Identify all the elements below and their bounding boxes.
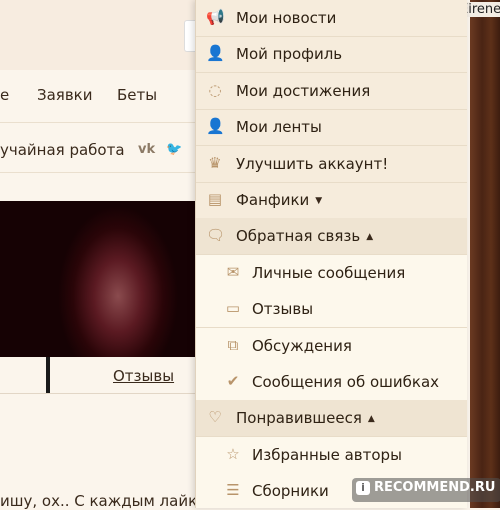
menu-item-6[interactable]: 🗨 Обратная связь ▲	[196, 218, 467, 256]
menu-item-8[interactable]: ▭ Отзывы	[196, 291, 467, 329]
menu-item-text: Сборники	[252, 482, 329, 501]
menu-item-text: Мои ленты	[236, 118, 322, 137]
menu-item-label: Обратная связь ▲	[236, 227, 373, 245]
nav-item-partial[interactable]: е	[0, 86, 9, 104]
menu-item-label: Мой профиль	[236, 45, 342, 63]
content-text: ишу, ох.. С каждым лайк	[0, 492, 198, 510]
nav-item-betas[interactable]: Беты	[117, 86, 157, 104]
banner-image	[0, 201, 200, 357]
header-strip	[0, 0, 200, 70]
chat-icon: 🗨	[206, 226, 226, 245]
user-dropdown-menu: 📢 Мои новости 👤 Мой профиль ◌ Мои достижения 👤…	[195, 0, 467, 508]
menu-item-2[interactable]: ◌ Мои достижения	[196, 73, 467, 110]
layers-icon: ☰	[226, 481, 240, 500]
menu-item-text: Мои новости	[236, 9, 337, 27]
laurel-icon: ◌	[208, 80, 222, 99]
menu-item-label: Избранные авторы	[252, 446, 402, 464]
menu-item-text: Отзывы	[252, 300, 314, 319]
menu-item-text: Мой профиль	[236, 45, 343, 64]
menu-item-text: Сообщения об ошибках	[252, 373, 440, 391]
menu-item-9[interactable]: ⧉ Обсуждения	[196, 327, 467, 365]
menu-item-text: Улучшить аккаунт!	[236, 154, 389, 173]
caret-down-icon: ▼	[315, 196, 323, 206]
menu-item-1[interactable]: 👤 Мой профиль	[196, 36, 467, 74]
menu-item-label: Мои достижения	[236, 82, 370, 100]
menu-item-label: Сборники	[252, 482, 329, 500]
user-icon: 👤	[206, 44, 225, 63]
tab-reviews[interactable]: Отзывы	[113, 367, 174, 385]
secondary-nav: учайная работа vk 🐦	[0, 128, 200, 173]
menu-item-4[interactable]: ♛ Улучшить аккаунт!	[196, 146, 467, 183]
menu-item-0[interactable]: 📢 Мои новости	[196, 0, 467, 37]
menu-item-text: Личные сообщения	[252, 263, 406, 282]
menu-item-3[interactable]: 👤 Мои ленты	[196, 109, 467, 147]
menu-item-label: Личные сообщения	[252, 264, 405, 282]
star-icon: ☆	[226, 444, 240, 463]
megaphone-icon: 📢	[206, 8, 225, 26]
nav-item-requests[interactable]: Заявки	[37, 86, 92, 104]
menu-item-text: Обсуждения	[252, 336, 352, 355]
menu-item-7[interactable]: ✉ Личные сообщения	[196, 254, 467, 292]
menu-item-text: Избранные авторы	[252, 445, 402, 464]
caret-up-icon: ▲	[367, 414, 375, 425]
menu-item-11[interactable]: ♡ Понравившееся ▲	[196, 400, 467, 438]
caret-up-icon: ▲	[366, 232, 374, 243]
menu-item-label: Улучшить аккаунт!	[236, 155, 388, 173]
random-work-link[interactable]: учайная работа	[0, 141, 125, 159]
crown-icon: ♛	[208, 153, 222, 172]
watermark: i RECOMMEND.RU	[352, 478, 500, 502]
menu-item-text: Мои достижения	[236, 81, 371, 100]
menu-item-label: Сообщения об ошибках	[252, 373, 439, 391]
comments-icon: ⧉	[227, 335, 239, 354]
menu-item-label: Обсуждения	[252, 337, 352, 355]
menu-item-label: Понравившееся ▲	[236, 409, 375, 427]
menu-item-12[interactable]: ☆ Избранные авторы	[196, 436, 467, 474]
books-icon: ▤	[207, 190, 223, 208]
menu-item-label: Мои новости	[236, 9, 336, 27]
menu-item-text: Понравившееся	[236, 409, 362, 428]
menu-item-5[interactable]: ▤ Фанфики ▼	[196, 182, 467, 219]
menu-item-label: Мои ленты	[236, 118, 322, 136]
heart-icon: ♡	[208, 408, 222, 427]
menu-item-text: Обратная связь	[236, 227, 361, 246]
watermark-text: RECOMMEND.RU	[374, 480, 496, 495]
user-icon: 👤	[206, 117, 225, 136]
spellcheck-icon: ✔	[226, 372, 240, 390]
comment-icon: ▭	[225, 299, 241, 318]
watermark-badge: i	[356, 481, 370, 495]
tab-divider	[46, 357, 50, 393]
menu-item-label: Отзывы	[252, 300, 313, 318]
wood-frame	[470, 0, 500, 508]
envelope-icon: ✉	[226, 262, 240, 281]
menu-item-label: Фанфики ▼	[236, 191, 322, 209]
twitter-icon[interactable]: 🐦	[166, 142, 182, 157]
menu-item-10[interactable]: ✔ Сообщения об ошибках	[196, 364, 467, 401]
content-tabs: Отзывы	[0, 357, 200, 394]
main-nav: е Заявки Беты	[0, 72, 200, 123]
vk-icon[interactable]: vk	[138, 142, 155, 157]
menu-item-text: Фанфики	[236, 191, 310, 209]
